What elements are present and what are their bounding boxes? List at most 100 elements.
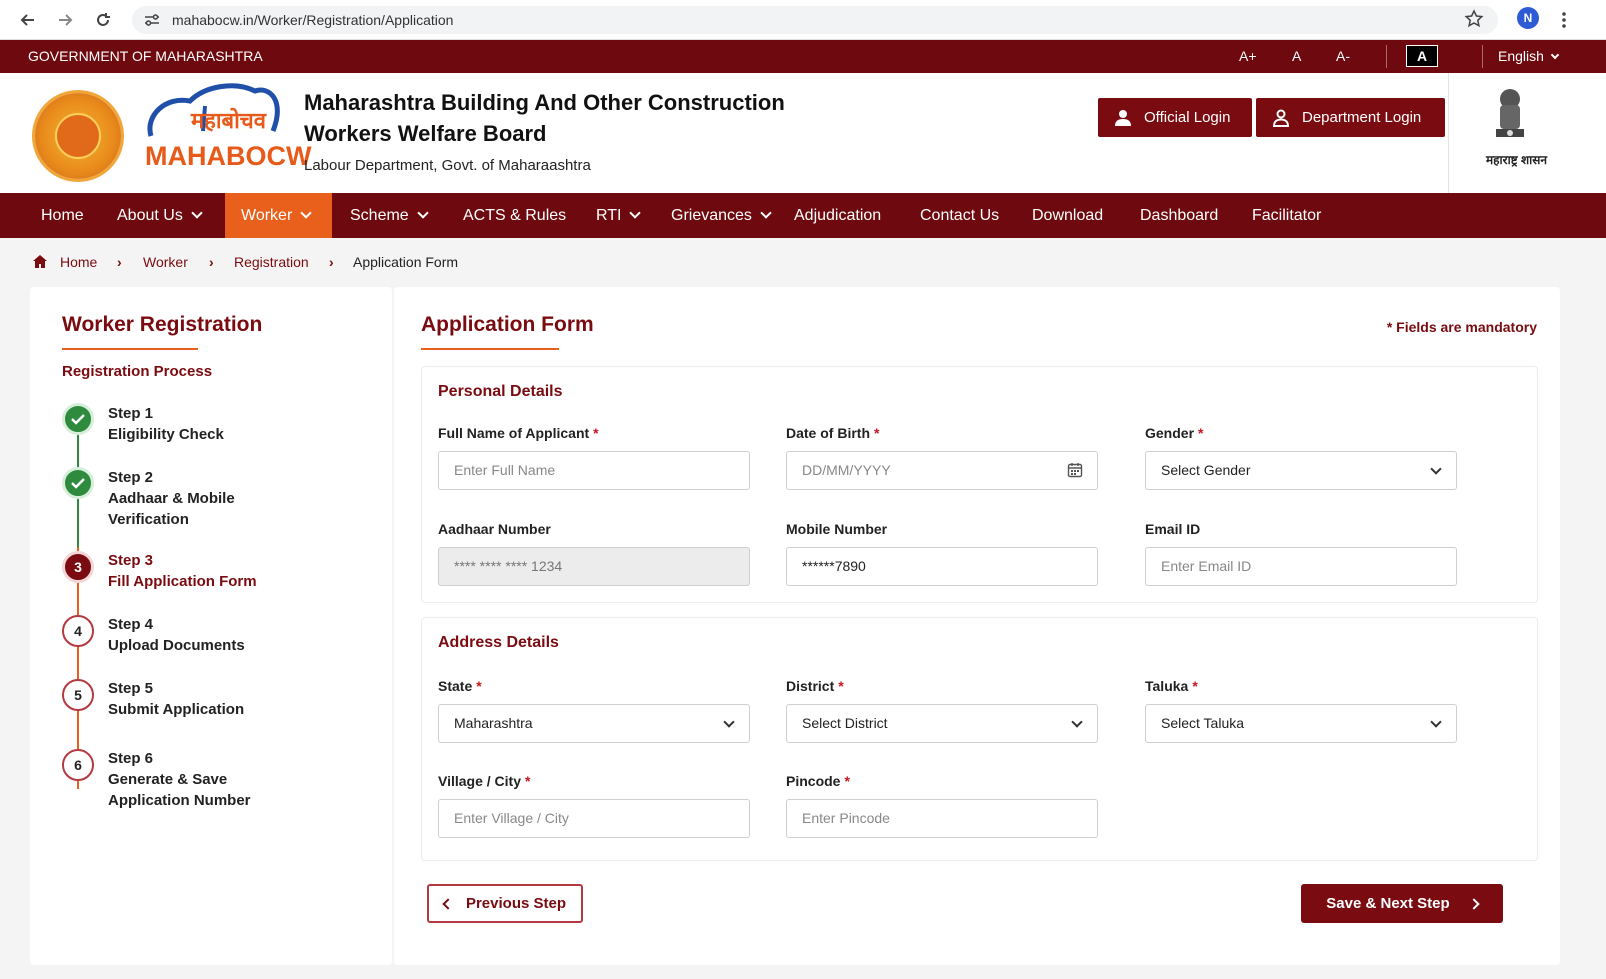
village-label: Village / City * [438, 773, 530, 789]
step-2[interactable]: Step 2 Aadhaar & Mobile Verification [108, 467, 268, 530]
step-1[interactable]: Step 1 Eligibility Check [108, 403, 224, 445]
step-number: Step 6 [108, 750, 154, 767]
government-title: GOVERNMENT OF MAHARASHTRA [28, 48, 263, 64]
user-outline-icon [1272, 109, 1290, 127]
language-select[interactable]: English [1498, 48, 1560, 64]
department-login-button[interactable]: Department Login [1256, 98, 1445, 137]
main-navigation: Home About Us Worker Scheme ACTS & Rules… [0, 193, 1606, 238]
divider [1482, 45, 1483, 68]
label-text: Taluka [1145, 678, 1189, 694]
nav-label: About Us [117, 207, 183, 224]
state-select[interactable]: Maharashtra [438, 704, 750, 743]
previous-step-button[interactable]: Previous Step [427, 884, 583, 923]
step-label: Submit Application [108, 701, 245, 718]
step-label: Eligibility Check [108, 426, 224, 443]
step-3-badge: 3 [62, 551, 94, 583]
step-label: Generate & Save Application Number [108, 771, 251, 809]
site-header: महाबोचव MAHABOCW Maharashtra Building An… [0, 73, 1606, 193]
calendar-icon[interactable] [1067, 462, 1083, 478]
label-text: District [786, 678, 835, 694]
step-4-badge: 4 [62, 615, 94, 647]
breadcrumb-home[interactable]: Home [60, 254, 97, 270]
gender-select[interactable]: Select Gender [1145, 451, 1457, 490]
nav-dashboard[interactable]: Dashboard [1124, 193, 1234, 238]
village-input[interactable]: Enter Village / City [438, 799, 750, 838]
browser-menu-icon[interactable] [1561, 10, 1567, 30]
official-login-button[interactable]: Official Login [1098, 98, 1252, 137]
gender-label: Gender * [1145, 425, 1203, 441]
nav-scheme[interactable]: Scheme [334, 193, 443, 238]
nav-adjudication[interactable]: Adjudication [778, 193, 897, 238]
page-title: Maharashtra Building And Other Construct… [304, 87, 785, 149]
required-marker: * [1192, 678, 1198, 694]
taluka-select[interactable]: Select Taluka [1145, 704, 1457, 743]
registration-sidebar: Worker Registration Registration Process… [30, 287, 392, 965]
header-subtitle: Labour Department, Govt. of Maharaashtra [304, 157, 591, 174]
high-contrast-button[interactable]: A [1406, 45, 1438, 67]
nav-acts-rules[interactable]: ACTS & Rules [447, 193, 582, 238]
chevron-down-icon [1430, 716, 1442, 728]
district-select[interactable]: Select District [786, 704, 1098, 743]
user-icon [1115, 109, 1131, 126]
font-normal-button[interactable]: A [1292, 48, 1301, 64]
mobile-label: Mobile Number [786, 521, 888, 537]
nav-label: RTI [596, 207, 622, 224]
save-next-step-button[interactable]: Save & Next Step [1301, 884, 1503, 923]
pincode-input[interactable]: Enter Pincode [786, 799, 1098, 838]
taluka-value: Select Taluka [1161, 715, 1245, 731]
step-6[interactable]: Step 6 Generate & Save Application Numbe… [108, 748, 268, 811]
logo-devanagari-text: महाबोचव [191, 108, 266, 133]
chevron-down-icon [629, 207, 642, 219]
nav-download[interactable]: Download [1016, 193, 1119, 238]
nav-about-us[interactable]: About Us [101, 193, 217, 238]
step-number: Step 4 [108, 616, 154, 633]
dob-placeholder: DD/MM/YYYY [802, 462, 891, 478]
address-details-section: Address Details State * Maharashtra Distr… [421, 617, 1538, 861]
forward-arrow-icon[interactable] [55, 10, 75, 30]
nav-grievances[interactable]: Grievances [655, 193, 786, 238]
nav-facilitator[interactable]: Facilitator [1236, 193, 1337, 238]
label-text: Full Name of Applicant [438, 425, 590, 441]
font-decrease-button[interactable]: A- [1336, 48, 1350, 64]
step-3[interactable]: Step 3 Fill Application Form [108, 550, 257, 592]
mobile-input[interactable]: ******7890 [786, 547, 1098, 586]
email-input[interactable]: Enter Email ID [1145, 547, 1457, 586]
chevron-down-icon [300, 207, 312, 219]
nav-home[interactable]: Home [25, 193, 100, 238]
step-2-check-icon [62, 467, 94, 499]
site-settings-icon[interactable] [144, 13, 160, 27]
label-text: Date of Birth [786, 425, 870, 441]
title-line-1: Maharashtra Building And Other Construct… [304, 90, 785, 115]
title-line-2: Workers Welfare Board [304, 121, 547, 146]
step-5[interactable]: Step 5 Submit Application [108, 678, 244, 720]
section-title: Address Details [438, 634, 559, 651]
dob-input[interactable]: DD/MM/YYYY [786, 451, 1098, 490]
reload-icon[interactable] [93, 10, 113, 30]
mahabocw-logo[interactable]: महाबोचव MAHABOCW [145, 81, 311, 176]
required-marker: * [476, 678, 482, 694]
district-value: Select District [802, 715, 888, 731]
breadcrumb-registration[interactable]: Registration [234, 254, 309, 270]
profile-avatar[interactable]: N [1517, 7, 1539, 29]
state-label: State * [438, 678, 482, 694]
nav-rti[interactable]: RTI [580, 193, 655, 238]
chevron-down-icon [760, 207, 772, 219]
breadcrumb-worker[interactable]: Worker [143, 254, 188, 270]
address-bar[interactable]: mahabocw.in/Worker/Registration/Applicat… [132, 6, 1498, 34]
bookmark-star-icon[interactable] [1464, 9, 1484, 29]
district-label: District * [786, 678, 844, 694]
nav-contact-us[interactable]: Contact Us [904, 193, 1015, 238]
url-text: mahabocw.in/Worker/Registration/Applicat… [172, 12, 454, 28]
font-increase-button[interactable]: A+ [1239, 48, 1257, 64]
gender-value: Select Gender [1161, 462, 1251, 478]
breadcrumb-current: Application Form [353, 254, 459, 270]
step-4[interactable]: Step 4 Upload Documents [108, 614, 245, 656]
back-arrow-icon[interactable] [18, 10, 38, 30]
chevron-right-icon [1468, 897, 1480, 910]
browser-toolbar: mahabocw.in/Worker/Registration/Applicat… [0, 0, 1606, 40]
nav-worker[interactable]: Worker [225, 193, 332, 238]
full-name-input[interactable]: Enter Full Name [438, 451, 750, 490]
department-login-label: Department Login [1302, 109, 1422, 126]
home-icon[interactable] [33, 255, 47, 268]
required-marker: * [593, 425, 599, 441]
